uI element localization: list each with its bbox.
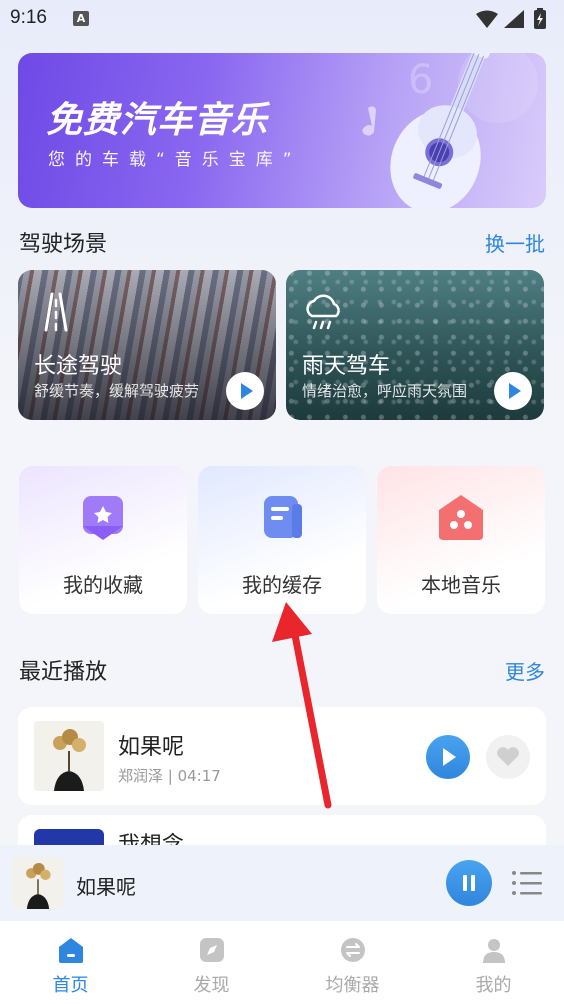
nav-label: 首页 [52,975,89,996]
song-title: 如果呢 [118,735,185,760]
nav-home[interactable]: 首页 [0,921,141,1004]
status-bar: 9:16 A [0,0,564,40]
section-title-driving-scene: 驾驶场景 [19,232,108,257]
tree-art-icon [34,721,104,791]
play-button[interactable] [426,735,470,779]
song-meta: 郑润泽 | 04:17 [118,767,221,785]
nav-mine[interactable]: 我的 [423,921,564,1004]
road-icon [44,292,68,332]
mini-album-cover [12,857,64,909]
annotation-arrow-icon [272,602,332,809]
svg-text:6: 6 [408,57,433,103]
scene-card-rainy-drive[interactable]: 雨天驾车 情绪治愈，呼应雨天氛围 [286,270,544,420]
playlist-icon[interactable] [510,867,544,899]
scene-play-button[interactable] [494,372,532,410]
nav-label: 我的 [475,975,512,996]
tile-my-favorites[interactable]: 我的收藏 [19,466,187,614]
refresh-batch-link[interactable]: 换一批 [485,228,545,257]
like-button[interactable] [486,735,530,779]
scene-desc: 情绪治愈，呼应雨天氛围 [302,382,468,400]
document-cache-icon [264,496,302,538]
album-cover [34,721,104,791]
nav-label: 发现 [193,975,230,996]
person-icon [483,939,505,963]
scene-title: 雨天驾车 [302,354,391,379]
scene-desc: 舒缓节奏，缓解驾驶疲劳 [34,382,200,400]
tile-local-music[interactable]: 本地音乐 [377,466,545,614]
rain-cloud-icon [306,294,340,330]
more-link[interactable]: 更多 [505,656,545,685]
pause-button[interactable] [446,860,492,906]
mini-player[interactable]: 如果呢 [0,845,564,921]
scene-play-button[interactable] [226,372,264,410]
status-time: 9:16 [10,7,47,28]
tile-label: 我的收藏 [63,573,143,597]
notification-icon: A [73,11,89,26]
star-bookmark-icon [83,496,123,540]
section-title-recent: 最近播放 [19,660,108,685]
home-icon [59,938,83,963]
nav-discover[interactable]: 发现 [141,921,282,1004]
equalizer-icon [341,938,365,962]
bottom-nav: 首页 发现 均衡器 我的 [0,921,564,1004]
tree-art-icon [12,857,64,909]
signal-battery-icon [476,8,546,29]
banner-title: 免费汽车音乐 [46,100,269,141]
heart-icon [497,747,519,766]
banner-subtitle: 您的车载“音乐宝库” [48,150,302,170]
promo-banner[interactable]: 免费汽车音乐 您的车载“音乐宝库” 6 [18,53,546,208]
scene-card-long-drive[interactable]: 长途驾驶 舒缓节奏，缓解驾驶疲劳 [18,270,276,420]
compass-icon [200,938,224,962]
guitar-illustration-icon: 6 [362,53,538,208]
nav-label: 均衡器 [325,975,380,996]
scene-title: 长途驾驶 [34,354,123,379]
mini-player-title: 如果呢 [76,875,136,899]
tile-label: 本地音乐 [421,573,501,597]
nav-equalizer[interactable]: 均衡器 [282,921,423,1004]
house-icon [439,495,483,540]
